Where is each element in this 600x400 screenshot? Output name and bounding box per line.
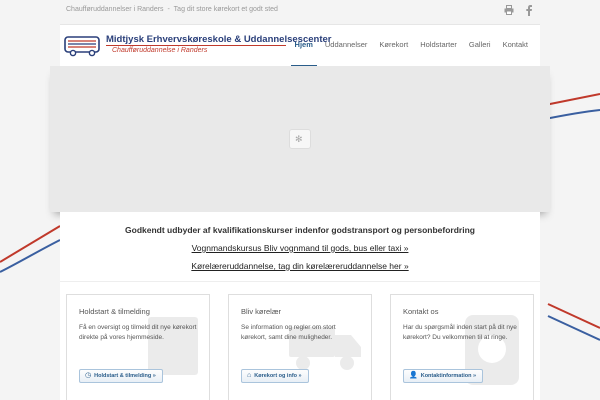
card-text: Få en oversigt og tilmeld dit nye køreko…: [79, 324, 197, 341]
logo-subtitle: Chaufføruddannelse i Randers: [112, 47, 208, 54]
main-nav: Hjem Uddannelser Kørekort Holdstarter Ga…: [289, 25, 534, 67]
nav-item-hjem[interactable]: Hjem: [289, 25, 319, 67]
button-label: Holdstart & tilmelding »: [94, 373, 156, 379]
kontaktinformation-button[interactable]: 👤 Kontaktinformation »: [403, 369, 484, 383]
card-text: Se information og regler om stort køreko…: [241, 324, 336, 341]
site-name: Chaufføruddannelser i Randers: [66, 6, 164, 13]
facebook-icon[interactable]: [524, 5, 534, 17]
social-icons: [504, 5, 534, 17]
content-divider: [60, 281, 540, 282]
home-icon: ⌂: [247, 372, 252, 379]
top-bar: Chaufføruddannelser i Randers - Tag dit …: [60, 0, 540, 24]
loading-spinner-icon: ✻: [295, 134, 303, 144]
bus-logo-icon: [64, 36, 100, 57]
nav-item-galleri[interactable]: Galleri: [463, 25, 497, 67]
site-logo[interactable]: Midtjysk Erhvervskøreskole & Uddannelses…: [64, 31, 331, 61]
main-content: Godkendt udbyder af kvalifikationskurser…: [60, 212, 540, 400]
nav-item-uddannelser[interactable]: Uddannelser: [319, 25, 374, 67]
nav-item-korekort[interactable]: Kørekort: [373, 25, 414, 67]
card-kontakt: Kontakt os Har du spørgsmål inden start …: [390, 294, 534, 400]
button-label: Kontaktinformation »: [420, 373, 477, 379]
topbar-separator: -: [167, 6, 170, 13]
card-text: Har du spørgsmål inden start på dit nye …: [403, 324, 517, 341]
vognmandskursus-link[interactable]: Vognmandskursus Bliv vognmand til gods, …: [60, 243, 540, 253]
nav-item-kontakt[interactable]: Kontakt: [497, 25, 534, 67]
clock-icon: ◷: [85, 372, 92, 379]
person-icon: 👤: [409, 372, 418, 379]
slider-loading-indicator: ✻: [289, 129, 311, 149]
card-title: Holdstart & tilmelding: [79, 307, 150, 316]
card-title: Bliv kørelær: [241, 307, 282, 316]
korekort-info-button[interactable]: ⌂ Kørekort og info »: [241, 369, 309, 383]
main-headline: Godkendt udbyder af kvalifikationskurser…: [125, 225, 475, 235]
card-holdstart: Holdstart & tilmelding Få en oversigt og…: [66, 294, 210, 400]
logo-underline: [106, 45, 286, 46]
korelaereruddannelse-link[interactable]: Kørelæreruddannelse, tag din kørelærerud…: [60, 261, 540, 271]
button-label: Kørekort og info »: [254, 373, 302, 379]
hero-slider[interactable]: ✻: [50, 66, 550, 212]
card-koerekort: Bliv kørelær Se information og regler om…: [228, 294, 372, 400]
printer-icon[interactable]: [504, 5, 514, 17]
header: Midtjysk Erhvervskøreskole & Uddannelses…: [60, 24, 540, 67]
holdstart-button[interactable]: ◷ Holdstart & tilmelding »: [79, 369, 163, 383]
nav-item-holdstarter[interactable]: Holdstarter: [414, 25, 463, 67]
card-title: Kontakt os: [403, 307, 439, 316]
site-tagline: Tag dit store kørekort et godt sted: [173, 6, 278, 13]
topbar-text: Chaufføruddannelser i Randers - Tag dit …: [66, 6, 278, 13]
